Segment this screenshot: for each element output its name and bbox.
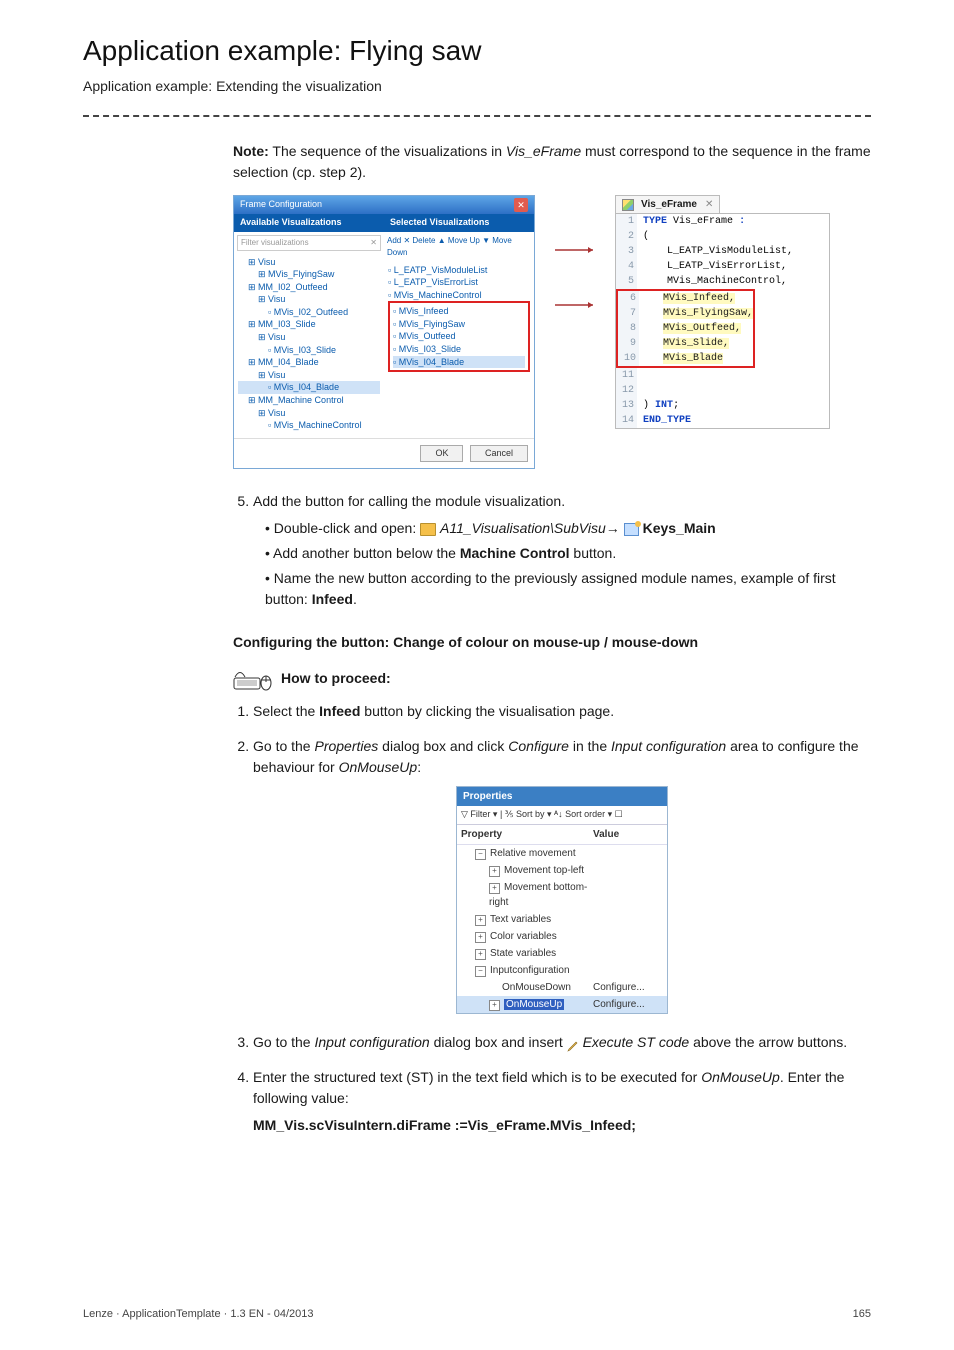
figure-row: Frame Configuration ✕ Available Visualiz… (233, 195, 871, 469)
frame-config-dialog: Frame Configuration ✕ Available Visualiz… (233, 195, 535, 469)
step-3: Go to the Input configuration dialog box… (253, 1032, 871, 1053)
code-line: 11 (616, 368, 829, 383)
list-item[interactable]: ▫ L_EATP_VisModuleList (388, 264, 530, 277)
toolbar[interactable]: Add ✕ Delete ▲ Move Up ▼ Move Down (387, 235, 531, 259)
tree-item[interactable]: ▫ MVis_I03_Slide (238, 344, 380, 357)
tree-item[interactable]: ⊞ MVis_FlyingSaw (238, 268, 380, 281)
available-header: Available Visualizations (234, 214, 384, 232)
bullet: Double-click and open: A11_Visualisation… (265, 518, 871, 539)
step-4: Enter the structured text (ST) in the te… (253, 1067, 871, 1136)
property-row[interactable]: +OnMouseUpConfigure... (457, 996, 667, 1013)
tree-item[interactable]: ▫ MVis_MachineControl (238, 419, 380, 432)
properties-toolbar[interactable]: ▽ Filter ▾ | ⅗ Sort by ▾ ᴬ↓ Sort order ▾… (457, 806, 667, 825)
properties-panel: Properties ▽ Filter ▾ | ⅗ Sort by ▾ ᴬ↓ S… (456, 786, 668, 1014)
code-editor: Vis_eFrame ✕ 1 TYPE Vis_eFrame :2 (3 L_E… (615, 195, 830, 469)
list-item[interactable]: ▫ MVis_I04_Blade (393, 356, 525, 369)
code-line: 7 MVis_FlyingSaw, (618, 306, 753, 321)
page-footer: Lenze · ApplicationTemplate · 1.3 EN - 0… (83, 1306, 871, 1323)
step-5: Add the button for calling the module vi… (253, 491, 871, 610)
list-item[interactable]: ▫ MVis_MachineControl (388, 289, 530, 302)
dialog-title: Frame Configuration (240, 198, 322, 212)
list-item[interactable]: ▫ MVis_Outfeed (393, 330, 525, 343)
footer-left: Lenze · ApplicationTemplate · 1.3 EN - 0… (83, 1306, 314, 1323)
property-row[interactable]: −Relative movement (457, 845, 667, 862)
column-header: Value (593, 827, 663, 842)
code-line: 3 L_EATP_VisModuleList, (616, 244, 829, 259)
list-item[interactable]: ▫ MVis_I03_Slide (393, 343, 525, 356)
note-label: Note: (233, 143, 269, 159)
property-row[interactable]: OnMouseDownConfigure... (457, 979, 667, 996)
code-value: MM_Vis.scVisuIntern.diFrame :=Vis_eFrame… (253, 1115, 871, 1136)
section-heading: Configuring the button: Change of colour… (233, 632, 871, 653)
code-line: 13 ) INT; (616, 398, 829, 413)
list-item[interactable]: ▫ MVis_FlyingSaw (393, 318, 525, 331)
tree-item[interactable]: ⊞ Visu (238, 369, 380, 382)
tree-item[interactable]: ⊞ Visu (238, 293, 380, 306)
property-row[interactable]: +Movement top-left (457, 862, 667, 879)
tree-item[interactable]: ⊞ Visu (238, 256, 380, 269)
code-line: 14 END_TYPE (616, 413, 829, 428)
property-row[interactable]: +Color variables (457, 928, 667, 945)
column-header: Property (461, 827, 593, 842)
code-line: 1 TYPE Vis_eFrame : (616, 214, 829, 229)
property-row[interactable]: +Movement bottom-right (457, 879, 667, 911)
tree-item[interactable]: ▫ MVis_I02_Outfeed (238, 306, 380, 319)
horizontal-rule (83, 115, 871, 117)
selected-list[interactable]: ▫ L_EATP_VisModuleList▫ L_EATP_VisErrorL… (384, 262, 534, 413)
properties-title: Properties (457, 787, 667, 806)
selected-header: Selected Visualizations (384, 214, 534, 232)
page-subtitle: Application example: Extending the visua… (83, 76, 871, 97)
visualization-tree[interactable]: ⊞ Visu⊞ MVis_FlyingSaw⊞ MM_I02_Outfeed⊞ … (234, 254, 384, 438)
tree-item[interactable]: ⊞ Visu (238, 407, 380, 420)
tree-item[interactable]: ⊞ Visu (238, 331, 380, 344)
bullet: Add another button below the Machine Con… (265, 543, 871, 564)
tree-item[interactable]: ⊞ MM_I04_Blade (238, 356, 380, 369)
tree-item[interactable]: ▫ MVis_I04_Blade (238, 381, 380, 394)
procedure-steps: Select the Infeed button by clicking the… (233, 701, 871, 1136)
close-icon[interactable]: ✕ (514, 198, 528, 212)
pencil-icon (567, 1037, 579, 1049)
code-line: 4 L_EATP_VisErrorList, (616, 259, 829, 274)
code-line: 9 MVis_Slide, (618, 336, 753, 351)
bullet: Name the new button according to the pre… (265, 568, 871, 610)
cancel-button[interactable]: Cancel (470, 445, 528, 463)
step-2: Go to the Properties dialog box and clic… (253, 736, 871, 1014)
list-item[interactable]: ▫ L_EATP_VisErrorList (388, 276, 530, 289)
close-tab-icon[interactable]: ✕ (705, 197, 713, 212)
tree-item[interactable]: ⊞ MM_I03_Slide (238, 318, 380, 331)
property-row[interactable]: −Inputconfiguration (457, 962, 667, 979)
list-item[interactable]: ▫ MVis_Infeed (393, 305, 525, 318)
editor-tab[interactable]: Vis_eFrame ✕ (615, 195, 720, 213)
code-line: 12 (616, 383, 829, 398)
enum-icon (622, 199, 634, 211)
step-list: Add the button for calling the module vi… (233, 491, 871, 610)
step-1: Select the Infeed button by clicking the… (253, 701, 871, 722)
page-number: 165 (853, 1306, 871, 1323)
visualization-icon (624, 523, 639, 536)
tree-item[interactable]: ⊞ MM_Machine Control (238, 394, 380, 407)
how-to-proceed: How to proceed: (233, 667, 871, 689)
folder-icon (420, 523, 436, 536)
text: Vis_eFrame (506, 143, 581, 159)
connector-arrows (555, 195, 595, 469)
filter-input[interactable]: Filter visualizations✕ (237, 235, 381, 251)
code-line: 2 ( (616, 229, 829, 244)
tree-item[interactable]: ⊞ MM_I02_Outfeed (238, 281, 380, 294)
note-block: Note: The sequence of the visualizations… (233, 141, 871, 183)
code-line: 8 MVis_Outfeed, (618, 321, 753, 336)
code-line: 6 MVis_Infeed, (618, 291, 753, 306)
property-row[interactable]: +Text variables (457, 911, 667, 928)
keyboard-mouse-icon (233, 667, 273, 689)
code-line: 10 MVis_Blade (618, 351, 753, 366)
code-line: 5 MVis_MachineControl, (616, 274, 829, 289)
page-title: Application example: Flying saw (83, 30, 871, 72)
text: The sequence of the visualizations in (272, 143, 505, 159)
property-row[interactable]: +State variables (457, 945, 667, 962)
ok-button[interactable]: OK (420, 445, 463, 463)
